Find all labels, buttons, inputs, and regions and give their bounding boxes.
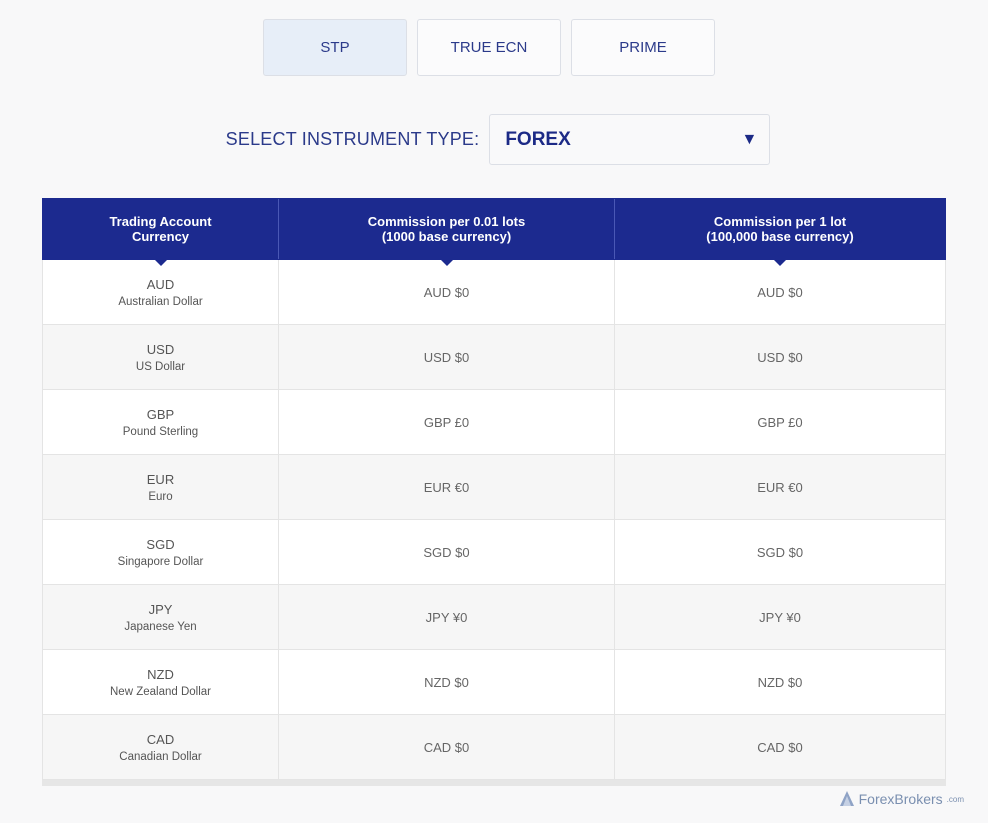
commission-micro-cell: GBP £0: [279, 390, 615, 454]
currency-cell: USD US Dollar: [43, 325, 279, 389]
currency-cell: SGD Singapore Dollar: [43, 520, 279, 584]
table-row: SGD Singapore Dollar SGD $0 SGD $0: [42, 520, 946, 585]
table-row: CAD Canadian Dollar CAD $0 CAD $0: [42, 715, 946, 780]
table-row: NZD New Zealand Dollar NZD $0 NZD $0: [42, 650, 946, 715]
commission-standard-cell: EUR €0: [757, 479, 803, 495]
table-row: GBP Pound Sterling GBP £0 GBP £0: [42, 390, 946, 455]
commission-standard-cell: SGD $0: [756, 544, 804, 560]
commission-standard-cell: NZD $0: [757, 674, 803, 690]
commission-standard-cell: GBP £0: [757, 414, 803, 430]
currency-name: Australian Dollar: [118, 295, 203, 308]
tab-prime[interactable]: PRIME: [571, 19, 715, 76]
instrument-type-select[interactable]: FOREX ▼: [489, 114, 771, 165]
currency-name: Japanese Yen: [124, 620, 197, 633]
commission-standard-cell: JPY ¥0: [759, 609, 801, 625]
instrument-selector-inner: SELECT INSTRUMENT TYPE: FOREX ▼: [226, 114, 771, 165]
currency-name: Euro: [148, 490, 173, 503]
commission-micro-cell: AUD $0: [279, 260, 615, 324]
currency-code: EUR: [146, 471, 175, 487]
table-row: USD US Dollar USD $0 USD $0: [42, 325, 946, 390]
currency-name: Canadian Dollar: [119, 750, 202, 763]
tab-stp[interactable]: STP: [263, 19, 407, 76]
currency-code: USD: [146, 341, 175, 357]
forexbrokers-watermark: ForexBrokers .com: [838, 790, 964, 808]
instrument-type-value: FOREX: [505, 128, 571, 150]
currency-cell: AUD Australian Dollar: [43, 260, 279, 324]
commission-standard-cell: USD $0: [757, 349, 803, 365]
watermark-suffix: .com: [946, 794, 964, 804]
watermark-brand: ForexBrokers: [858, 791, 943, 807]
header-account-currency: Trading Account Currency: [43, 199, 279, 266]
currency-cell: GBP Pound Sterling: [43, 390, 279, 454]
header-commission-micro: Commission per 0.01 lots (1000 base curr…: [279, 199, 615, 266]
table-bottom-bar: [42, 780, 946, 786]
currency-cell: EUR Euro: [43, 455, 279, 519]
currency-code: JPY: [148, 601, 173, 617]
forexbrokers-logo-icon: [839, 791, 854, 806]
dropdown-arrow-icon: ▼: [741, 130, 758, 148]
account-type-tabs: STP TRUE ECN PRIME: [263, 19, 715, 76]
commission-micro-cell: NZD $0: [279, 650, 615, 714]
commission-micro-cell: SGD $0: [279, 520, 615, 584]
currency-cell: NZD New Zealand Dollar: [43, 650, 279, 714]
instrument-type-label: SELECT INSTRUMENT TYPE:: [225, 129, 480, 149]
instrument-selector: SELECT INSTRUMENT TYPE: FOREX ▼: [0, 114, 988, 165]
table-row: JPY Japanese Yen JPY ¥0 JPY ¥0: [42, 585, 946, 650]
commission-standard-cell: AUD $0: [757, 284, 803, 300]
table-row: EUR Euro EUR €0 EUR €0: [42, 455, 946, 520]
currency-name: New Zealand Dollar: [110, 685, 211, 698]
currency-cell: CAD Canadian Dollar: [43, 715, 279, 779]
currency-code: GBP: [146, 406, 175, 422]
header-commission-standard: Commission per 1 lot (100,000 base curre…: [615, 199, 945, 266]
currency-code: NZD: [147, 666, 174, 682]
tab-true-ecn[interactable]: TRUE ECN: [417, 19, 561, 76]
commission-micro-cell: JPY ¥0: [279, 585, 615, 649]
table-header: Trading Account Currency Commission per …: [42, 198, 946, 266]
currency-cell: JPY Japanese Yen: [43, 585, 279, 649]
commission-standard-cell: CAD $0: [757, 739, 803, 755]
table-body: AUD Australian Dollar AUD $0 AUD $0 USD US Do…: [42, 260, 946, 780]
commission-micro-cell: CAD $0: [279, 715, 615, 779]
currency-name: Pound Sterling: [122, 425, 199, 438]
table-row: AUD Australian Dollar AUD $0 AUD $0: [42, 260, 946, 325]
commission-micro-cell: USD $0: [279, 325, 615, 389]
currency-name: US Dollar: [135, 360, 186, 373]
currency-code: SGD: [146, 536, 175, 552]
currency-name: Singapore Dollar: [117, 555, 204, 568]
commission-micro-cell: EUR €0: [279, 455, 615, 519]
currency-code: CAD: [146, 731, 175, 747]
currency-code: AUD: [146, 276, 175, 292]
commission-table: Trading Account Currency Commission per …: [42, 198, 946, 786]
